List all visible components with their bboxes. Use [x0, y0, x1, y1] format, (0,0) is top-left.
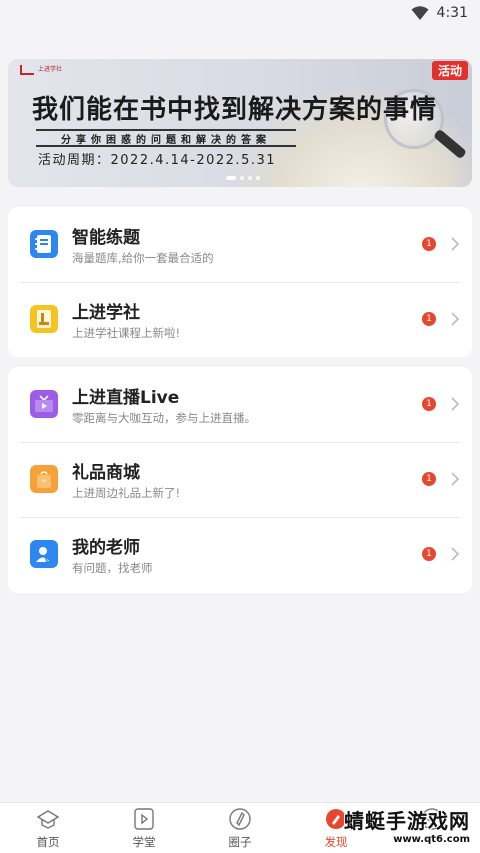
- status-time: 4:31: [436, 5, 468, 21]
- item-desc: 海量题库,给你一套最合适的: [72, 251, 214, 265]
- item-title: 礼品商城: [72, 463, 140, 483]
- teacher-icon: [30, 540, 58, 568]
- wifi-icon: [411, 6, 429, 20]
- item-title: 上进学社: [72, 303, 140, 323]
- list-item-my-teacher[interactable]: 我的老师 有问题，找老师 1: [8, 517, 472, 592]
- banner-logo-text: 上进学社: [38, 66, 63, 73]
- watermark-title: 蜻蜓手游戏网: [344, 809, 470, 833]
- chevron-right-icon: [451, 547, 460, 561]
- item-desc: 上进学社课程上新啦!: [72, 326, 181, 340]
- carousel-indicator: [226, 176, 260, 180]
- home-icon: [36, 810, 60, 829]
- play-icon: [134, 808, 154, 830]
- notification-badge: 1: [422, 312, 436, 326]
- list-item-gift-mall[interactable]: * 礼品商城 上进周边礼品上新了! 1: [8, 442, 472, 517]
- tab-label: 首页: [36, 835, 60, 849]
- item-desc: 有问题，找老师: [72, 561, 153, 575]
- chevron-right-icon: [451, 237, 460, 251]
- carousel-dot[interactable]: [256, 176, 260, 180]
- compass-icon: [229, 808, 251, 830]
- banner-subline: 分享你困惑的问题和解决的答案: [61, 134, 271, 146]
- tv-icon: [30, 390, 58, 418]
- item-desc: 零距离与大咖互动，参与上进直播。: [72, 411, 256, 425]
- chevron-right-icon: [451, 472, 460, 486]
- tab-circle[interactable]: 圈子: [192, 803, 288, 853]
- watermark: 蜻蜓手游戏网 www.qt6.com: [344, 805, 470, 845]
- status-bar: 4:31: [0, 0, 480, 26]
- carousel-dot[interactable]: [226, 176, 236, 180]
- logo-mark-icon: [20, 65, 34, 75]
- tab-label: 学堂: [132, 835, 156, 849]
- watermark-url: www.qt6.com: [393, 834, 470, 845]
- item-desc: 上进周边礼品上新了!: [72, 486, 181, 500]
- svg-text:*: *: [42, 478, 46, 487]
- feature-card-study: 智能练题 海量题库,给你一套最合适的 1 上进学社 上进学社课程上新啦! 1: [8, 207, 472, 357]
- banner-period: 活动周期：2022.4.14-2022.5.31: [38, 153, 277, 168]
- notification-badge: 1: [422, 237, 436, 251]
- list-item-live[interactable]: 上进直播Live 零距离与大咖互动，参与上进直播。 1: [8, 367, 472, 442]
- notification-badge: 1: [422, 397, 436, 411]
- carousel-dot[interactable]: [248, 176, 252, 180]
- tab-home[interactable]: 首页: [0, 803, 96, 853]
- item-title: 智能练题: [72, 228, 140, 248]
- promo-banner[interactable]: 上进学社 活动 我们能在书中找到解决方案的事情 分享你困惑的问题和解决的答案 活…: [8, 59, 472, 187]
- notification-badge: 1: [422, 472, 436, 486]
- notebook-icon: [30, 230, 58, 258]
- chevron-right-icon: [451, 312, 460, 326]
- gift-bag-icon: *: [30, 465, 58, 493]
- list-item-shangjin-academy[interactable]: 上进学社 上进学社课程上新啦! 1: [8, 282, 472, 357]
- notification-badge: 1: [422, 547, 436, 561]
- carousel-dot[interactable]: [240, 176, 244, 180]
- book-icon: [30, 305, 58, 333]
- tab-classroom[interactable]: 学堂: [96, 803, 192, 853]
- feature-card-community: 上进直播Live 零距离与大咖互动，参与上进直播。 1 * 礼品商城 上进周边礼…: [8, 367, 472, 593]
- list-item-smart-practice[interactable]: 智能练题 海量题库,给你一套最合适的 1: [8, 207, 472, 282]
- chevron-right-icon: [451, 397, 460, 411]
- tab-label: 圈子: [228, 835, 252, 849]
- banner-logo: 上进学社: [20, 65, 62, 75]
- banner-subline-bar: 分享你困惑的问题和解决的答案: [36, 129, 296, 147]
- item-title: 上进直播Live: [72, 388, 180, 408]
- item-title: 我的老师: [72, 538, 140, 558]
- banner-headline: 我们能在书中找到解决方案的事情: [32, 95, 438, 125]
- banner-tag: 活动: [431, 61, 468, 80]
